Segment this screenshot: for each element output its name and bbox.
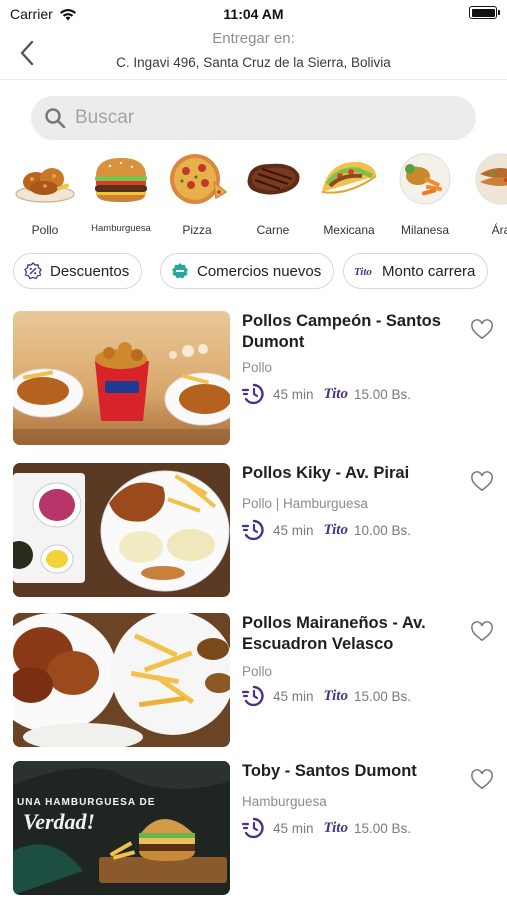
favorite-heart-icon[interactable] (471, 769, 493, 791)
favorite-heart-icon[interactable] (471, 319, 493, 341)
category-label: Ára (491, 223, 507, 237)
category-label: Carne (256, 223, 290, 237)
tito-logo: Tito (323, 687, 348, 704)
restaurant-card[interactable]: UNA HAMBURGUESA DE Verdad! Toby - Santos… (0, 761, 507, 899)
tito-logo: Tito (323, 385, 348, 402)
delivery-price: 15.00 Bs. (353, 386, 412, 402)
pizza-icon (170, 154, 228, 204)
chip-label: Comercios nuevos (197, 262, 322, 280)
filter-chips: Descuentos Comercios nuevos Tito Monto c… (0, 253, 507, 293)
delivery-time-icon (242, 685, 264, 707)
banner-tagline: UNA HAMBURGUESA DE (17, 797, 155, 808)
milanesa-icon (399, 153, 451, 205)
category-arabe[interactable]: Ára (463, 150, 507, 237)
deliver-label: Entregar en: (212, 30, 295, 47)
delivery-address[interactable]: C. Ingavi 496, Santa Cruz de la Sierra, … (0, 55, 507, 70)
delivery-time: 45 min (273, 522, 314, 538)
category-hamburguesa[interactable]: Hamburguesa (83, 150, 159, 234)
fried-chicken-icon (15, 168, 75, 203)
delivery-time-icon (242, 383, 264, 405)
category-carne[interactable]: Carne (235, 150, 311, 237)
category-label: Pollo (31, 223, 59, 237)
favorite-heart-icon[interactable] (471, 621, 493, 643)
restaurant-name: Pollos Campeón - Santos Dumont (242, 312, 441, 351)
restaurant-name: Toby - Santos Dumont (242, 762, 417, 780)
restaurant-card[interactable]: Pollos Kiky - Av. Pirai Pollo | Hamburgu… (0, 463, 507, 601)
battery-icon (469, 6, 500, 19)
status-bar: Carrier 11:04 AM (0, 0, 507, 28)
restaurant-name: Pollos Mairaneños - Av. Escuadron Velasc… (242, 614, 426, 653)
favorite-heart-icon[interactable] (471, 471, 493, 493)
delivery-header: Entregar en: C. Ingavi 496, Santa Cruz d… (0, 28, 507, 80)
category-pizza[interactable]: Pizza (159, 150, 235, 237)
status-time: 11:04 AM (223, 6, 284, 22)
tito-icon: Tito (354, 266, 372, 278)
delivery-time: 45 min (273, 386, 314, 402)
category-mexicana[interactable]: Mexicana (311, 150, 387, 237)
taco-icon (321, 161, 377, 194)
restaurant-meta: 45 min Tito 10.00 Bs. (242, 519, 411, 541)
category-label: Pizza (182, 223, 212, 237)
delivery-price: 10.00 Bs. (353, 522, 412, 538)
category-label: Mexicana (323, 223, 375, 237)
delivery-price: 15.00 Bs. (353, 688, 412, 704)
restaurant-meta: 45 min Tito 15.00 Bs. (242, 685, 411, 707)
category-pollo[interactable]: Pollo (7, 150, 83, 237)
restaurant-image (13, 463, 230, 597)
chip-label: Monto carrera (382, 262, 476, 280)
category-carousel[interactable]: Pollo Hamburguesa Pizza Carne Mexicana M… (0, 150, 507, 238)
chip-comercios-nuevos[interactable]: Comercios nuevos (160, 253, 335, 289)
tito-logo: Tito (323, 521, 348, 538)
category-label: Milanesa (400, 223, 450, 237)
restaurant-meta: 45 min Tito 15.00 Bs. (242, 383, 411, 405)
discount-icon (24, 262, 42, 280)
delivery-time-icon (242, 817, 264, 839)
chip-descuentos[interactable]: Descuentos (13, 253, 143, 289)
restaurant-card[interactable]: Pollos Mairaneños - Av. Escuadron Velasc… (0, 613, 507, 751)
restaurant-category: Pollo | Hamburguesa (242, 496, 368, 511)
chip-label: Descuentos (50, 262, 130, 280)
search-bar[interactable] (31, 96, 476, 140)
restaurant-category: Pollo (242, 360, 273, 375)
restaurant-name: Pollos Kiky - Av. Pirai (242, 464, 410, 482)
search-input[interactable] (75, 107, 455, 129)
delivery-time: 45 min (273, 820, 314, 836)
steak-icon (247, 163, 300, 195)
category-label: Hamburguesa (91, 223, 151, 234)
delivery-price: 15.00 Bs. (353, 820, 412, 836)
restaurant-image (13, 311, 230, 445)
banner-headline: Verdad! (23, 809, 95, 834)
arabic-food-icon (475, 153, 507, 205)
tito-logo: Tito (323, 819, 348, 836)
delivery-time: 45 min (273, 688, 314, 704)
restaurant-category: Hamburguesa (242, 794, 327, 809)
category-milanesa[interactable]: Milanesa (387, 150, 463, 237)
restaurant-category: Pollo (242, 664, 273, 679)
burger-icon (95, 158, 147, 202)
chip-monto-carrera[interactable]: Tito Monto carrera (343, 253, 489, 289)
search-icon (43, 106, 67, 130)
restaurant-meta: 45 min Tito 15.00 Bs. (242, 817, 411, 839)
restaurant-image (13, 613, 230, 747)
delivery-time-icon (242, 519, 264, 541)
new-badge-icon (172, 263, 188, 279)
restaurant-card[interactable]: Pollos Campeón - Santos Dumont Pollo 45 … (0, 311, 507, 449)
svg-text:Tito: Tito (354, 266, 372, 278)
restaurant-image: UNA HAMBURGUESA DE Verdad! (13, 761, 230, 895)
